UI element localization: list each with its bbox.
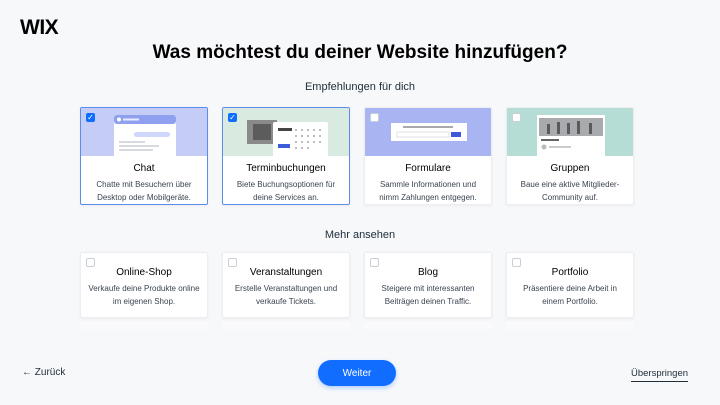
blog-checkbox[interactable]: [370, 258, 379, 267]
next-button[interactable]: Weiter: [318, 360, 396, 386]
card-veranstaltungen[interactable]: Veranstaltungen Erstelle Veranstaltungen…: [222, 252, 350, 318]
card-blog[interactable]: Blog Steigere mit interessanten Beiträge…: [364, 252, 492, 318]
forms-checkbox[interactable]: [370, 113, 379, 122]
card-formulare[interactable]: Formulare Sammle Informationen und nimm …: [364, 107, 492, 205]
back-link[interactable]: ← Zurück: [22, 367, 65, 378]
card-chat[interactable]: ✓ Chat Chatte mit Besuchern über Desktop…: [80, 107, 208, 205]
faded-card: [364, 322, 492, 334]
card-online-shop[interactable]: Online-Shop Verkaufe deine Produkte onli…: [80, 252, 208, 318]
groups-thumbnail: [507, 108, 633, 156]
card-title: Formulare: [405, 163, 451, 174]
card-description: Verkaufe deine Produkte online im eigene…: [88, 284, 200, 306]
booking-checkbox[interactable]: ✓: [228, 113, 237, 122]
card-title: Terminbuchungen: [246, 163, 326, 174]
card-title: Gruppen: [550, 163, 590, 174]
groups-checkbox[interactable]: [512, 113, 521, 122]
wix-logo: WIX: [20, 16, 59, 39]
page-title: Was möchtest du deiner Website hinzufüge…: [152, 42, 568, 63]
skip-link[interactable]: Überspringen: [631, 368, 689, 382]
more-heading: Mehr ansehen: [324, 229, 396, 241]
shop-checkbox[interactable]: [86, 258, 95, 267]
card-description: Baue eine aktive Mitglieder-Community au…: [520, 180, 620, 202]
card-portfolio[interactable]: Portfolio Präsentiere deine Arbeit in ei…: [506, 252, 634, 318]
card-title: Portfolio: [551, 267, 589, 278]
card-title: Online-Shop: [116, 267, 172, 278]
faded-card: [506, 322, 634, 334]
card-gruppen[interactable]: Gruppen Baue eine aktive Mitglieder-Comm…: [506, 107, 634, 205]
card-description: Präsentiere deine Arbeit in einem Portfo…: [523, 284, 617, 306]
card-title: Chat: [133, 163, 155, 174]
portfolio-checkbox[interactable]: [512, 258, 521, 267]
card-title: Blog: [417, 267, 438, 278]
chat-checkbox[interactable]: ✓: [86, 113, 95, 122]
faded-card: [222, 322, 350, 334]
booking-thumbnail: [223, 108, 349, 156]
card-description: Biete Buchungsoptionen für deine Service…: [236, 180, 336, 202]
card-description: Steigere mit interessanten Beiträgen dei…: [381, 284, 475, 306]
card-description: Chatte mit Besuchern über Desktop oder M…: [96, 180, 192, 202]
events-checkbox[interactable]: [228, 258, 237, 267]
card-description: Erstelle Veranstaltungen und verkaufe Ti…: [234, 284, 338, 306]
chat-thumbnail: [81, 108, 207, 156]
faded-card: [80, 322, 208, 334]
card-terminbuchungen[interactable]: ✓ Terminbuchungen Biete Buchungsoptionen…: [222, 107, 350, 205]
recommended-heading: Empfehlungen für dich: [304, 81, 416, 93]
card-title: Veranstaltungen: [249, 267, 323, 278]
forms-thumbnail: [365, 108, 491, 156]
card-description: Sammle Informationen und nimm Zahlungen …: [379, 180, 477, 202]
